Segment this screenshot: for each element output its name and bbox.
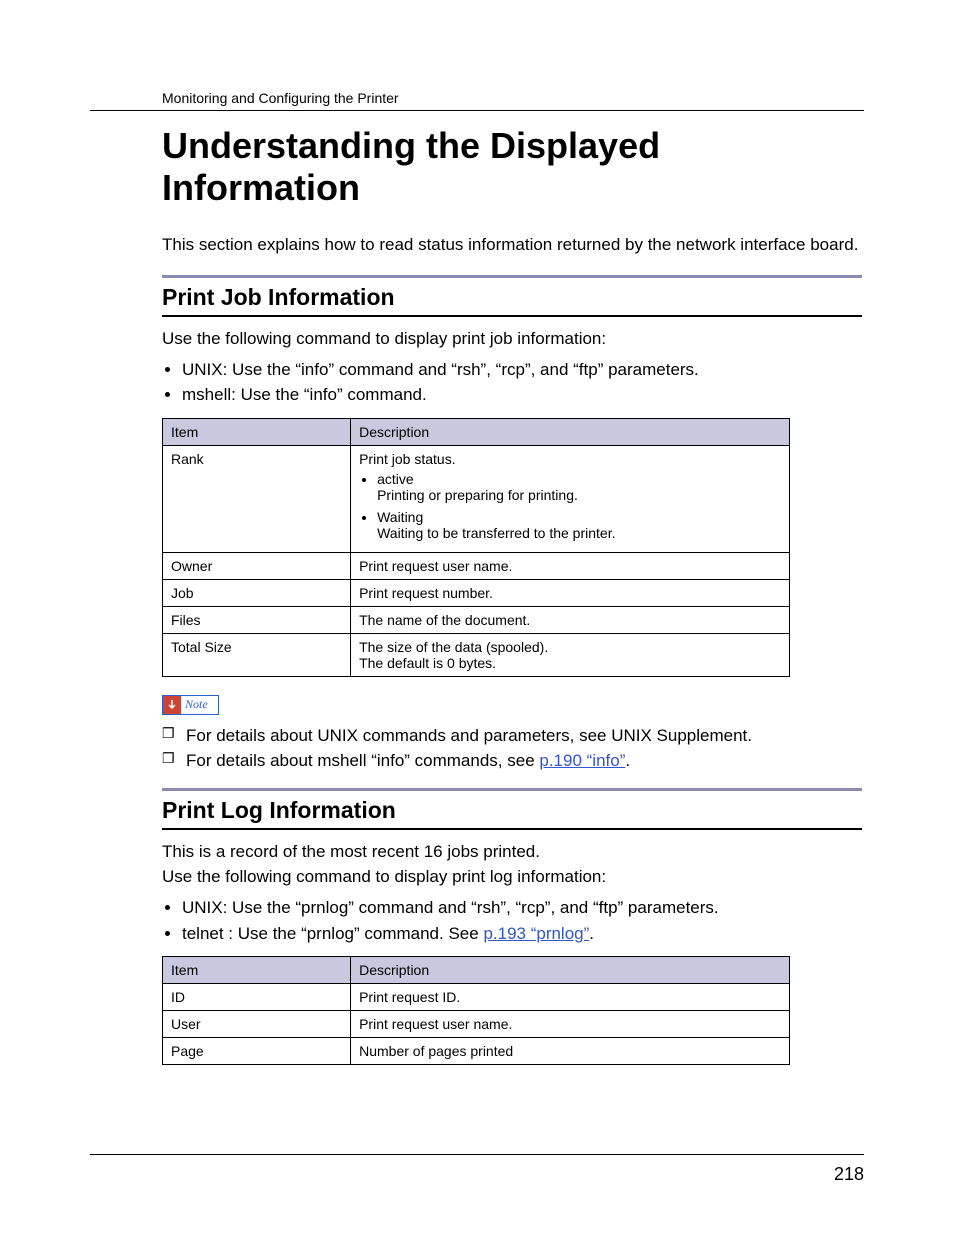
section2-para1: This is a record of the most recent 16 j… (162, 840, 862, 864)
print-log-table: Item Description ID Print request ID. Us… (162, 956, 790, 1065)
section-rule-bottom (162, 315, 862, 317)
cell-desc: The name of the document. (351, 606, 790, 633)
list-item: active Printing or preparing for printin… (377, 471, 781, 503)
cell-desc: The size of the data (spooled). The defa… (351, 633, 790, 676)
cell-desc: Print job status. active Printing or pre… (351, 445, 790, 552)
col-header-description: Description (351, 418, 790, 445)
arrow-down-icon (163, 696, 181, 714)
col-header-description: Description (351, 957, 790, 984)
rank-intro: Print job status. (359, 451, 456, 467)
section-heading-print-log: Print Log Information (162, 797, 864, 824)
section2-para2: Use the following command to display pri… (162, 865, 862, 889)
cell-item: Owner (163, 552, 351, 579)
intro-paragraph: This section explains how to read status… (162, 233, 862, 257)
table-header-row: Item Description (163, 957, 790, 984)
cell-desc: Number of pages printed (351, 1038, 790, 1065)
note-item: For details about UNIX commands and para… (162, 723, 862, 749)
section-rule-bottom (162, 828, 862, 830)
footer-rule (90, 1154, 864, 1155)
note-label: Note (181, 697, 218, 712)
note-item: For details about mshell “info” commands… (162, 748, 862, 774)
page-number: 218 (834, 1164, 864, 1185)
table-row: Page Number of pages printed (163, 1038, 790, 1065)
note-badge: Note (162, 695, 219, 715)
page: Monitoring and Configuring the Printer U… (0, 0, 954, 1235)
table-row: ID Print request ID. (163, 984, 790, 1011)
cell-desc: Print request number. (351, 579, 790, 606)
cell-item: User (163, 1011, 351, 1038)
col-header-item: Item (163, 957, 351, 984)
section-heading-print-job: Print Job Information (162, 284, 864, 311)
page-title: Understanding the Displayed Information (162, 125, 864, 209)
section1-lead: Use the following command to display pri… (162, 327, 862, 351)
list-item: mshell: Use the “info” command. (182, 382, 864, 408)
cell-desc: Print request user name. (351, 552, 790, 579)
list-item: UNIX: Use the “prnlog” command and “rsh”… (182, 895, 864, 921)
section2-bullet-list: UNIX: Use the “prnlog” command and “rsh”… (162, 895, 864, 946)
xref-link-prnlog[interactable]: p.193 “prnlog” (483, 924, 589, 943)
table-row: User Print request user name. (163, 1011, 790, 1038)
xref-link-info[interactable]: p.190 “info” (539, 751, 625, 770)
header-rule (90, 110, 864, 111)
cell-item: Files (163, 606, 351, 633)
section1-bullet-list: UNIX: Use the “info” command and “rsh”, … (162, 357, 864, 408)
running-header: Monitoring and Configuring the Printer (90, 90, 864, 110)
cell-desc: Print request user name. (351, 1011, 790, 1038)
section-rule-top (162, 788, 862, 791)
table-row: Owner Print request user name. (163, 552, 790, 579)
cell-item: Page (163, 1038, 351, 1065)
cell-desc: Print request ID. (351, 984, 790, 1011)
table-row: Rank Print job status. active Printing o… (163, 445, 790, 552)
list-item: UNIX: Use the “info” command and “rsh”, … (182, 357, 864, 383)
note-list: For details about UNIX commands and para… (162, 723, 862, 774)
table-row: Total Size The size of the data (spooled… (163, 633, 790, 676)
print-job-table: Item Description Rank Print job status. … (162, 418, 790, 677)
table-row: Job Print request number. (163, 579, 790, 606)
section-rule-top (162, 275, 862, 278)
table-header-row: Item Description (163, 418, 790, 445)
cell-item: Job (163, 579, 351, 606)
list-item: Waiting Waiting to be transferred to the… (377, 509, 781, 541)
cell-item: Total Size (163, 633, 351, 676)
cell-item: Rank (163, 445, 351, 552)
col-header-item: Item (163, 418, 351, 445)
list-item: telnet : Use the “prnlog” command. See p… (182, 921, 864, 947)
cell-item: ID (163, 984, 351, 1011)
table-row: Files The name of the document. (163, 606, 790, 633)
